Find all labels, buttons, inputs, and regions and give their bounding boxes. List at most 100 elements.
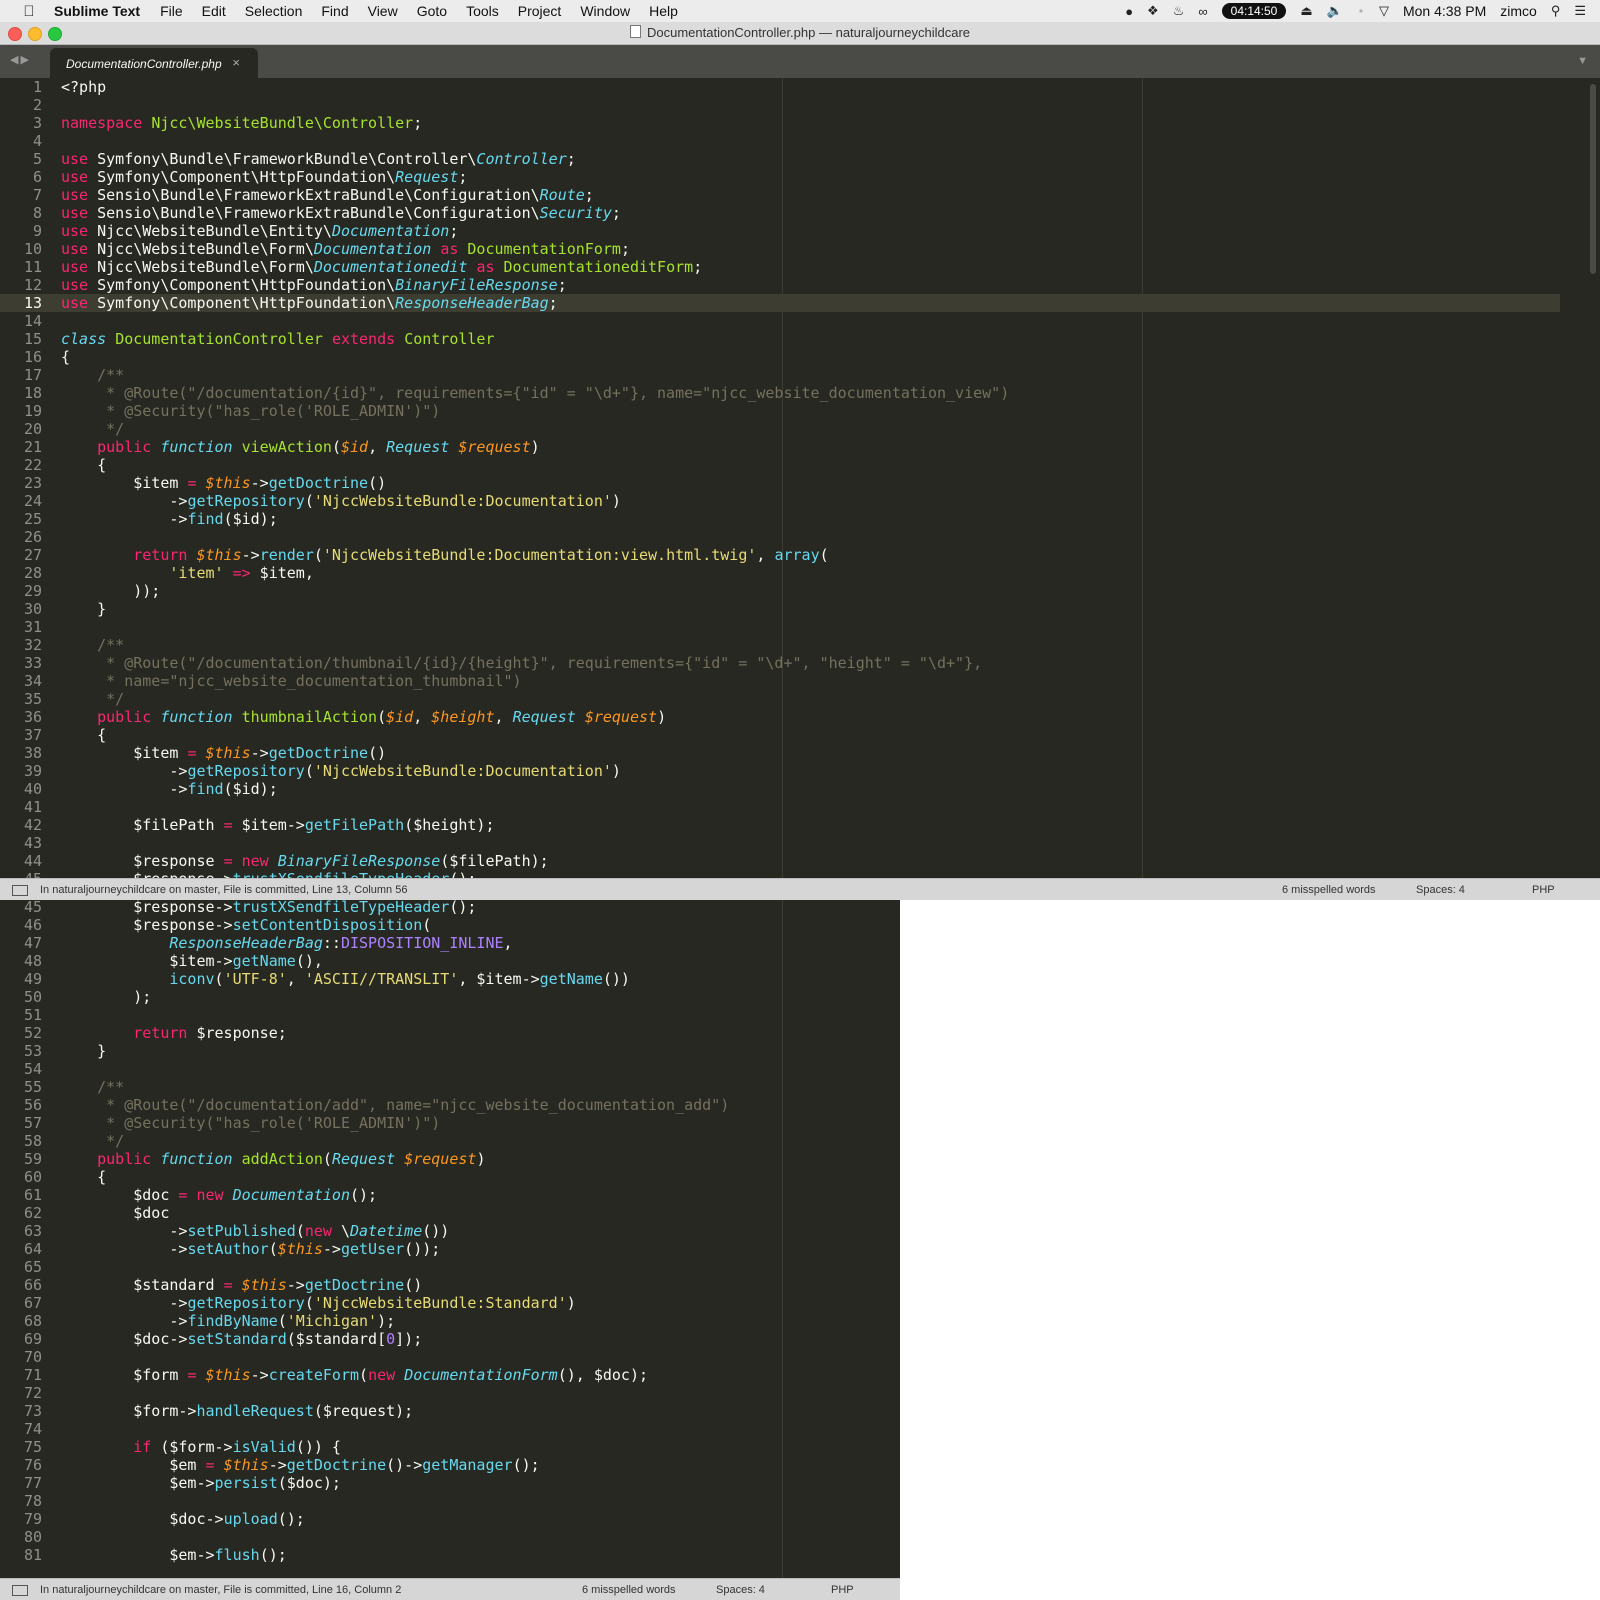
code-line[interactable]: 59 public function addAction(Request $re… [0,1150,486,1168]
wifi-icon[interactable]: ▽ [1379,3,1389,19]
code-line[interactable]: 31 [0,618,61,636]
menu-app-name[interactable]: Sublime Text [54,3,140,19]
panel-toggle-icon[interactable] [12,885,28,896]
status-syntax[interactable]: PHP [831,1579,854,1600]
code-line[interactable]: 23 $item = $this->getDoctrine() [0,474,386,492]
code-line[interactable]: 48 $item->getName(), [0,952,323,970]
code-line[interactable]: 75 if ($form->isValid()) { [0,1438,341,1456]
dropbox-icon[interactable]: ❖ [1147,3,1159,19]
code-line[interactable]: 22 { [0,456,106,474]
code-line[interactable]: 44 $response = new BinaryFileResponse($f… [0,852,549,870]
menu-goto[interactable]: Goto [417,3,447,19]
code-line[interactable]: 17 /** [0,366,124,384]
code-line[interactable]: 2 [0,96,61,114]
code-line[interactable]: 35 */ [0,690,124,708]
bluetooth-icon[interactable]: ⋆ [1357,3,1365,19]
code-line[interactable]: 72 [0,1384,61,1402]
timer-clock[interactable]: 04:14:50 [1221,3,1287,19]
tab-dropdown-icon[interactable]: ▼ [1577,55,1588,67]
chat-bubble-icon[interactable]: ● [1125,4,1133,19]
code-line[interactable]: 51 [0,1006,61,1024]
code-line[interactable]: 63 ->setPublished(new \Datetime()) [0,1222,449,1240]
code-line[interactable]: 27 return $this->render('NjccWebsiteBund… [0,546,829,564]
code-line[interactable]: 13 use Symfony\Component\HttpFoundation\R… [0,294,558,312]
eject-icon[interactable]: ⏏ [1300,3,1312,19]
code-line[interactable]: 12 use Symfony\Component\HttpFoundation\B… [0,276,567,294]
code-line[interactable]: 64 ->setAuthor($this->getUser()); [0,1240,440,1258]
code-line[interactable]: 60 { [0,1168,106,1186]
code-line[interactable]: 8 use Sensio\Bundle\FrameworkExtraBundle\… [0,204,621,222]
status-syntax[interactable]: PHP [1532,879,1555,900]
code-line[interactable]: 10 use Njcc\WebsiteBundle\Form\Documentat… [0,240,630,258]
code-line[interactable]: 19 * @Security("has_role('ROLE_ADMIN')") [0,402,440,420]
code-line[interactable]: 4 [0,132,61,150]
search-icon[interactable]: ⚲ [1551,3,1561,19]
code-line[interactable]: 78 [0,1492,61,1510]
code-line[interactable]: 36 public function thumbnailAction($id, … [0,708,666,726]
code-line[interactable]: 71 $form = $this->createForm(new Documen… [0,1366,648,1384]
menu-view[interactable]: View [368,3,398,19]
code-line[interactable]: 70 [0,1348,61,1366]
tab-documentation-controller[interactable]: DocumentationController.php × [50,48,258,78]
code-line[interactable]: 74 [0,1420,61,1438]
code-line[interactable]: 77 $em->persist($doc); [0,1474,341,1492]
code-line[interactable]: 11 use Njcc\WebsiteBundle\Form\Documentat… [0,258,702,276]
menu-edit[interactable]: Edit [202,3,226,19]
menu-user[interactable]: zimco [1500,3,1537,19]
code-line[interactable]: 49 iconv('UTF-8', 'ASCII//TRANSLIT', $it… [0,970,630,988]
status-misspelled[interactable]: 6 misspelled words [582,1579,676,1600]
code-line[interactable]: 37 { [0,726,106,744]
code-line[interactable]: 57 * @Security("has_role('ROLE_ADMIN')") [0,1114,440,1132]
code-line[interactable]: 14 [0,312,61,330]
tab-nav-arrows-icon[interactable]: ◀▶ [10,53,31,66]
code-line[interactable]: 20 */ [0,420,124,438]
code-line[interactable]: 53 } [0,1042,106,1060]
code-line[interactable]: 65 [0,1258,61,1276]
code-line[interactable]: 69 $doc->setStandard($standard[0]); [0,1330,422,1348]
code-line[interactable]: 46 $response->setContentDisposition( [0,916,431,934]
code-line[interactable]: 32 /** [0,636,124,654]
code-line[interactable]: 34 * name="njcc_website_documentation_th… [0,672,522,690]
status-indentation[interactable]: Spaces: 4 [716,1579,765,1600]
code-line[interactable]: 45 $response->trustXSendfileTypeHeader()… [0,870,477,878]
menu-tools[interactable]: Tools [466,3,499,19]
apple-icon[interactable]:  [20,3,38,20]
tab-close-icon[interactable]: × [232,55,240,70]
code-line[interactable]: 81 $em->flush(); [0,1546,287,1564]
code-line[interactable]: 61 $doc = new Documentation(); [0,1186,377,1204]
menu-project[interactable]: Project [518,3,562,19]
code-line[interactable]: 56 * @Route("/documentation/add", name="… [0,1096,729,1114]
code-line[interactable]: 39 ->getRepository('NjccWebsiteBundle:Do… [0,762,621,780]
vertical-scrollbar[interactable] [1590,84,1596,274]
code-line[interactable]: 76 $em = $this->getDoctrine()->getManage… [0,1456,540,1474]
code-line[interactable]: 47 ResponseHeaderBag::DISPOSITION_INLINE… [0,934,513,952]
status-indentation[interactable]: Spaces: 4 [1416,879,1465,900]
code-line[interactable]: 3 namespace Njcc\WebsiteBundle\Controller… [0,114,422,132]
code-line[interactable]: 16 { [0,348,70,366]
code-line[interactable]: 58 */ [0,1132,124,1150]
code-line[interactable]: 9 use Njcc\WebsiteBundle\Entity\Documenta… [0,222,458,240]
code-line[interactable]: 18 * @Route("/documentation/{id}", requi… [0,384,1009,402]
code-line[interactable]: 29 )); [0,582,160,600]
panel-toggle-icon[interactable] [12,1585,28,1596]
menu-window[interactable]: Window [580,3,630,19]
glasses-icon[interactable]: ∞ [1198,4,1207,19]
code-line[interactable]: 73 $form->handleRequest($request); [0,1402,413,1420]
minimize-window-button[interactable] [28,27,42,41]
volume-icon[interactable]: 🔈 [1327,3,1343,19]
code-line[interactable]: 66 $standard = $this->getDoctrine() [0,1276,422,1294]
code-line[interactable]: 54 [0,1060,61,1078]
code-line[interactable]: 28 'item' => $item, [0,564,314,582]
code-view-top[interactable]: 1 <?php 2 3 namespace Njcc\WebsiteBundle\Con… [0,78,1600,878]
code-line[interactable]: 41 [0,798,61,816]
code-line[interactable]: 42 $filePath = $item->getFilePath($heigh… [0,816,495,834]
close-window-button[interactable] [8,27,22,41]
code-line[interactable]: 21 public function viewAction($id, Reque… [0,438,540,456]
code-line[interactable]: 1 <?php [0,78,106,96]
code-line[interactable]: 38 $item = $this->getDoctrine() [0,744,386,762]
code-line[interactable]: 79 $doc->upload(); [0,1510,305,1528]
code-line[interactable]: 62 $doc [0,1204,169,1222]
code-line[interactable]: 68 ->findByName('Michigan'); [0,1312,395,1330]
code-line[interactable]: 30 } [0,600,106,618]
window-titlebar[interactable]: DocumentationController.php — naturaljou… [0,22,1600,45]
